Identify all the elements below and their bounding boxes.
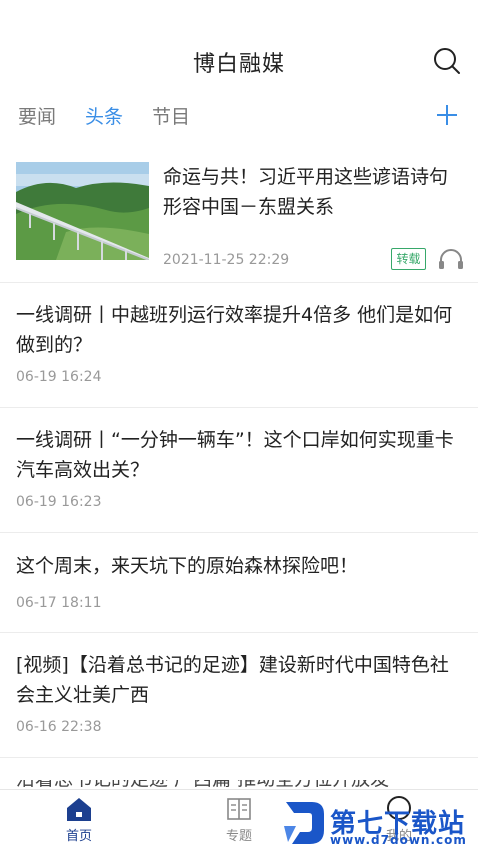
nav-topics[interactable]: 专题 — [199, 790, 279, 851]
featured-article[interactable]: 命运与共！习近平用这些谚语诗句形容中国－东盟关系 2021-11-25 22:2… — [0, 150, 478, 283]
article-title: 一线调研丨“一分钟一辆车”！这个口岸如何实现重卡汽车高效出关？ — [16, 429, 454, 481]
article-title: [视频]【沿着总书记的足迹】建设新时代中国特色社会主义壮美广西 — [16, 654, 449, 706]
article-date: 06-16 22:38 — [16, 719, 102, 735]
nav-label: 专题 — [225, 829, 252, 844]
article-title: 这个周末，来天坑下的原始森林探险吧！ — [16, 555, 359, 577]
article-thumbnail — [16, 162, 149, 260]
article-date: 06-19 16:23 — [16, 494, 102, 510]
nav-label: 首页 — [65, 829, 92, 844]
list-item[interactable]: 一线调研丨“一分钟一辆车”！这个口岸如何实现重卡汽车高效出关？ 06-19 16… — [0, 408, 478, 533]
tab-toutiao[interactable]: 头条 — [85, 102, 123, 129]
app-header: 博白融媒 — [0, 0, 478, 95]
nav-home[interactable]: 首页 — [39, 790, 119, 851]
tab-jiemu[interactable]: 节目 — [152, 102, 190, 129]
channel-tabs: 要闻 头条 节目 — [0, 102, 478, 134]
list-item[interactable]: [视频]【沿着总书记的足迹】建设新时代中国特色社会主义壮美广西 06-16 22… — [0, 633, 478, 758]
search-icon[interactable] — [432, 46, 462, 76]
tab-yaowen[interactable]: 要闻 — [18, 102, 56, 129]
featured-date: 2021-11-25 22:29 — [163, 252, 290, 268]
home-icon — [67, 798, 91, 821]
add-channel-icon[interactable] — [436, 104, 458, 126]
app-title: 博白融媒 — [192, 52, 285, 77]
headphone-icon[interactable] — [438, 248, 464, 270]
article-date: 06-19 16:24 — [16, 369, 102, 385]
book-icon — [227, 798, 251, 820]
watermark-url: www.d7down.com — [330, 833, 467, 847]
list-item[interactable]: 一线调研丨中越班列运行效率提升4倍多 他们是如何做到的？ 06-19 16:24 — [0, 283, 478, 408]
article-date: 06-17 18:11 — [16, 595, 102, 611]
list-item[interactable]: 这个周末，来天坑下的原始森林探险吧！ 06-17 18:11 — [0, 533, 478, 633]
article-title: 一线调研丨中越班列运行效率提升4倍多 他们是如何做到的？ — [16, 304, 453, 356]
featured-title: 命运与共！习近平用这些谚语诗句形容中国－东盟关系 — [163, 166, 449, 218]
repost-badge: 转载 — [391, 248, 426, 270]
